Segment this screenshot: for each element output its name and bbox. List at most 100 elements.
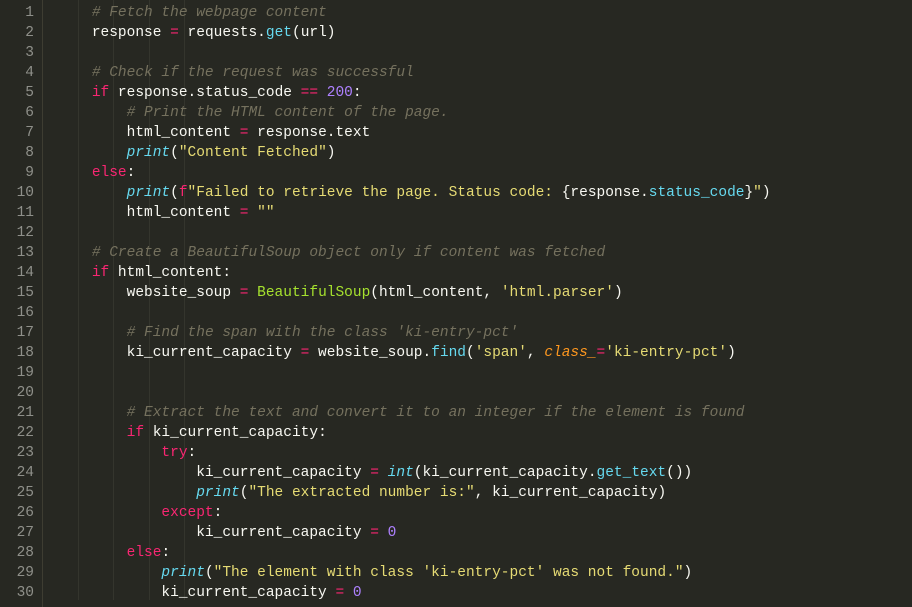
line-number: 8 <box>0 143 34 163</box>
code-line[interactable]: ki_current_capacity = 0 <box>57 583 771 603</box>
token: ki_current_capacity <box>196 525 370 541</box>
code-line[interactable]: ki_current_capacity = 0 <box>57 523 771 543</box>
code-line[interactable] <box>57 303 771 323</box>
token: else <box>92 165 127 181</box>
code-line[interactable]: print("The extracted number is:", ki_cur… <box>57 483 771 503</box>
code-line[interactable]: print("Content Fetched") <box>57 143 771 163</box>
token: . <box>640 185 649 201</box>
line-number: 14 <box>0 263 34 283</box>
code-line[interactable]: except: <box>57 503 771 523</box>
token: url <box>301 25 327 41</box>
code-line[interactable]: if html_content: <box>57 263 771 283</box>
code-line[interactable] <box>57 363 771 383</box>
token: else <box>127 545 162 561</box>
token: print <box>127 185 171 201</box>
code-line[interactable]: # Find the span with the class 'ki-entry… <box>57 323 771 343</box>
token <box>57 545 127 561</box>
token: html_content <box>127 205 240 221</box>
code-line[interactable]: response = requests.get(url) <box>57 23 771 43</box>
token <box>248 205 257 221</box>
token <box>57 525 196 541</box>
code-line[interactable]: # Print the HTML content of the page. <box>57 103 771 123</box>
token: text <box>335 125 370 141</box>
code-line[interactable]: # Extract the text and convert it to an … <box>57 403 771 423</box>
line-number: 12 <box>0 223 34 243</box>
token: ( <box>370 285 379 301</box>
token: response <box>570 185 640 201</box>
code-line[interactable]: ki_current_capacity = website_soup.find(… <box>57 343 771 363</box>
token <box>57 185 127 201</box>
token: "The extracted number is:" <box>248 485 474 501</box>
token: f <box>179 185 188 201</box>
token: , <box>527 345 544 361</box>
token: get <box>266 25 292 41</box>
token: } <box>744 185 753 201</box>
code-line[interactable]: html_content = response.text <box>57 123 771 143</box>
token <box>318 85 327 101</box>
token: response <box>109 85 187 101</box>
token: if <box>92 85 109 101</box>
token <box>57 5 92 21</box>
token: response <box>248 125 326 141</box>
line-number: 20 <box>0 383 34 403</box>
token: get_text <box>597 465 667 481</box>
code-editor[interactable]: 1234567891011121314151617181920212223242… <box>0 0 912 607</box>
token: " <box>753 185 762 201</box>
token: = <box>370 465 379 481</box>
code-line[interactable]: # Fetch the webpage content <box>57 3 771 23</box>
token: ) <box>684 465 693 481</box>
line-number: 18 <box>0 343 34 363</box>
code-line[interactable]: if ki_current_capacity: <box>57 423 771 443</box>
code-line[interactable]: else: <box>57 543 771 563</box>
line-number: 6 <box>0 103 34 123</box>
code-line[interactable]: # Check if the request was successful <box>57 63 771 83</box>
line-number: 17 <box>0 323 34 343</box>
code-line[interactable]: else: <box>57 163 771 183</box>
code-line[interactable]: ki_current_capacity = int(ki_current_cap… <box>57 463 771 483</box>
token: "The element with class 'ki-entry-pct' w… <box>214 565 684 581</box>
token: # Create a BeautifulSoup object only if … <box>92 245 605 261</box>
token: : <box>127 165 136 181</box>
line-number-gutter: 1234567891011121314151617181920212223242… <box>0 0 43 607</box>
token: # Find the span with the class 'ki-entry… <box>127 325 519 341</box>
line-number: 16 <box>0 303 34 323</box>
token: class_ <box>544 345 596 361</box>
token <box>379 465 388 481</box>
code-line[interactable] <box>57 43 771 63</box>
code-line[interactable]: print(f"Failed to retrieve the page. Sta… <box>57 183 771 203</box>
code-line[interactable] <box>57 383 771 403</box>
token <box>57 145 127 161</box>
line-number: 9 <box>0 163 34 183</box>
code-line[interactable]: if response.status_code == 200: <box>57 83 771 103</box>
token: , <box>483 285 500 301</box>
token: 'span' <box>475 345 527 361</box>
code-line[interactable]: # Create a BeautifulSoup object only if … <box>57 243 771 263</box>
token: ki_current_capacity <box>144 425 318 441</box>
token <box>57 405 127 421</box>
code-line[interactable]: print("The element with class 'ki-entry-… <box>57 563 771 583</box>
token: # Print the HTML content of the page. <box>127 105 449 121</box>
code-line[interactable]: website_soup = BeautifulSoup(html_conten… <box>57 283 771 303</box>
token: print <box>196 485 240 501</box>
line-number: 1 <box>0 3 34 23</box>
code-line[interactable] <box>57 223 771 243</box>
token: : <box>214 505 223 521</box>
token <box>57 345 127 361</box>
token <box>57 125 127 141</box>
line-number: 2 <box>0 23 34 43</box>
token: website_soup <box>127 285 240 301</box>
line-number: 7 <box>0 123 34 143</box>
line-number: 4 <box>0 63 34 83</box>
line-number: 24 <box>0 463 34 483</box>
line-number: 28 <box>0 543 34 563</box>
code-area[interactable]: # Fetch the webpage content response = r… <box>43 0 771 607</box>
token: find <box>431 345 466 361</box>
token: 'ki-entry-pct' <box>605 345 727 361</box>
line-number: 22 <box>0 423 34 443</box>
code-line[interactable]: try: <box>57 443 771 463</box>
token: "Content Fetched" <box>179 145 327 161</box>
token: ) <box>657 485 666 501</box>
token: ) <box>327 145 336 161</box>
token: if <box>92 265 109 281</box>
code-line[interactable]: html_content = "" <box>57 203 771 223</box>
